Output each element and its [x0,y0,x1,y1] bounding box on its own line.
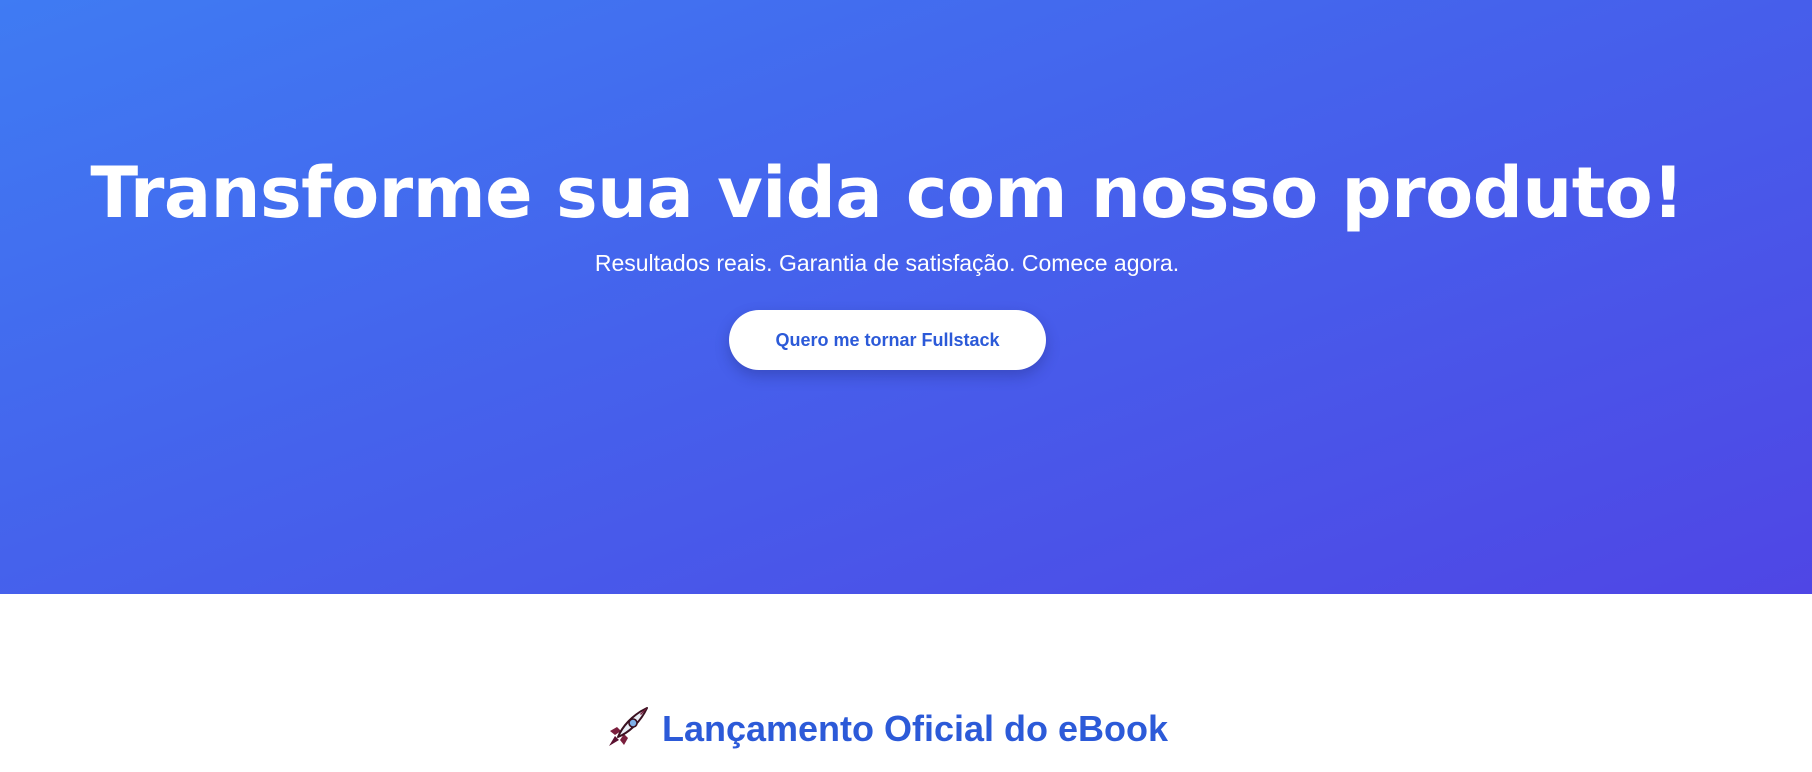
hero-subtitle: Resultados reais. Garantia de satisfação… [594,250,1180,276]
rocket-icon [606,705,650,749]
cta-button[interactable]: Quero me tornar Fullstack [729,310,1046,370]
hero-section: Transforme sua vida com nosso produto! R… [0,0,1812,594]
launch-heading-text: Lançamento Oficial do eBook [661,708,1169,749]
launch-heading: Lançamento Oficial do eBook [0,702,1774,756]
hero-title: Transforme sua vida com nosso produto! [90,152,1684,234]
